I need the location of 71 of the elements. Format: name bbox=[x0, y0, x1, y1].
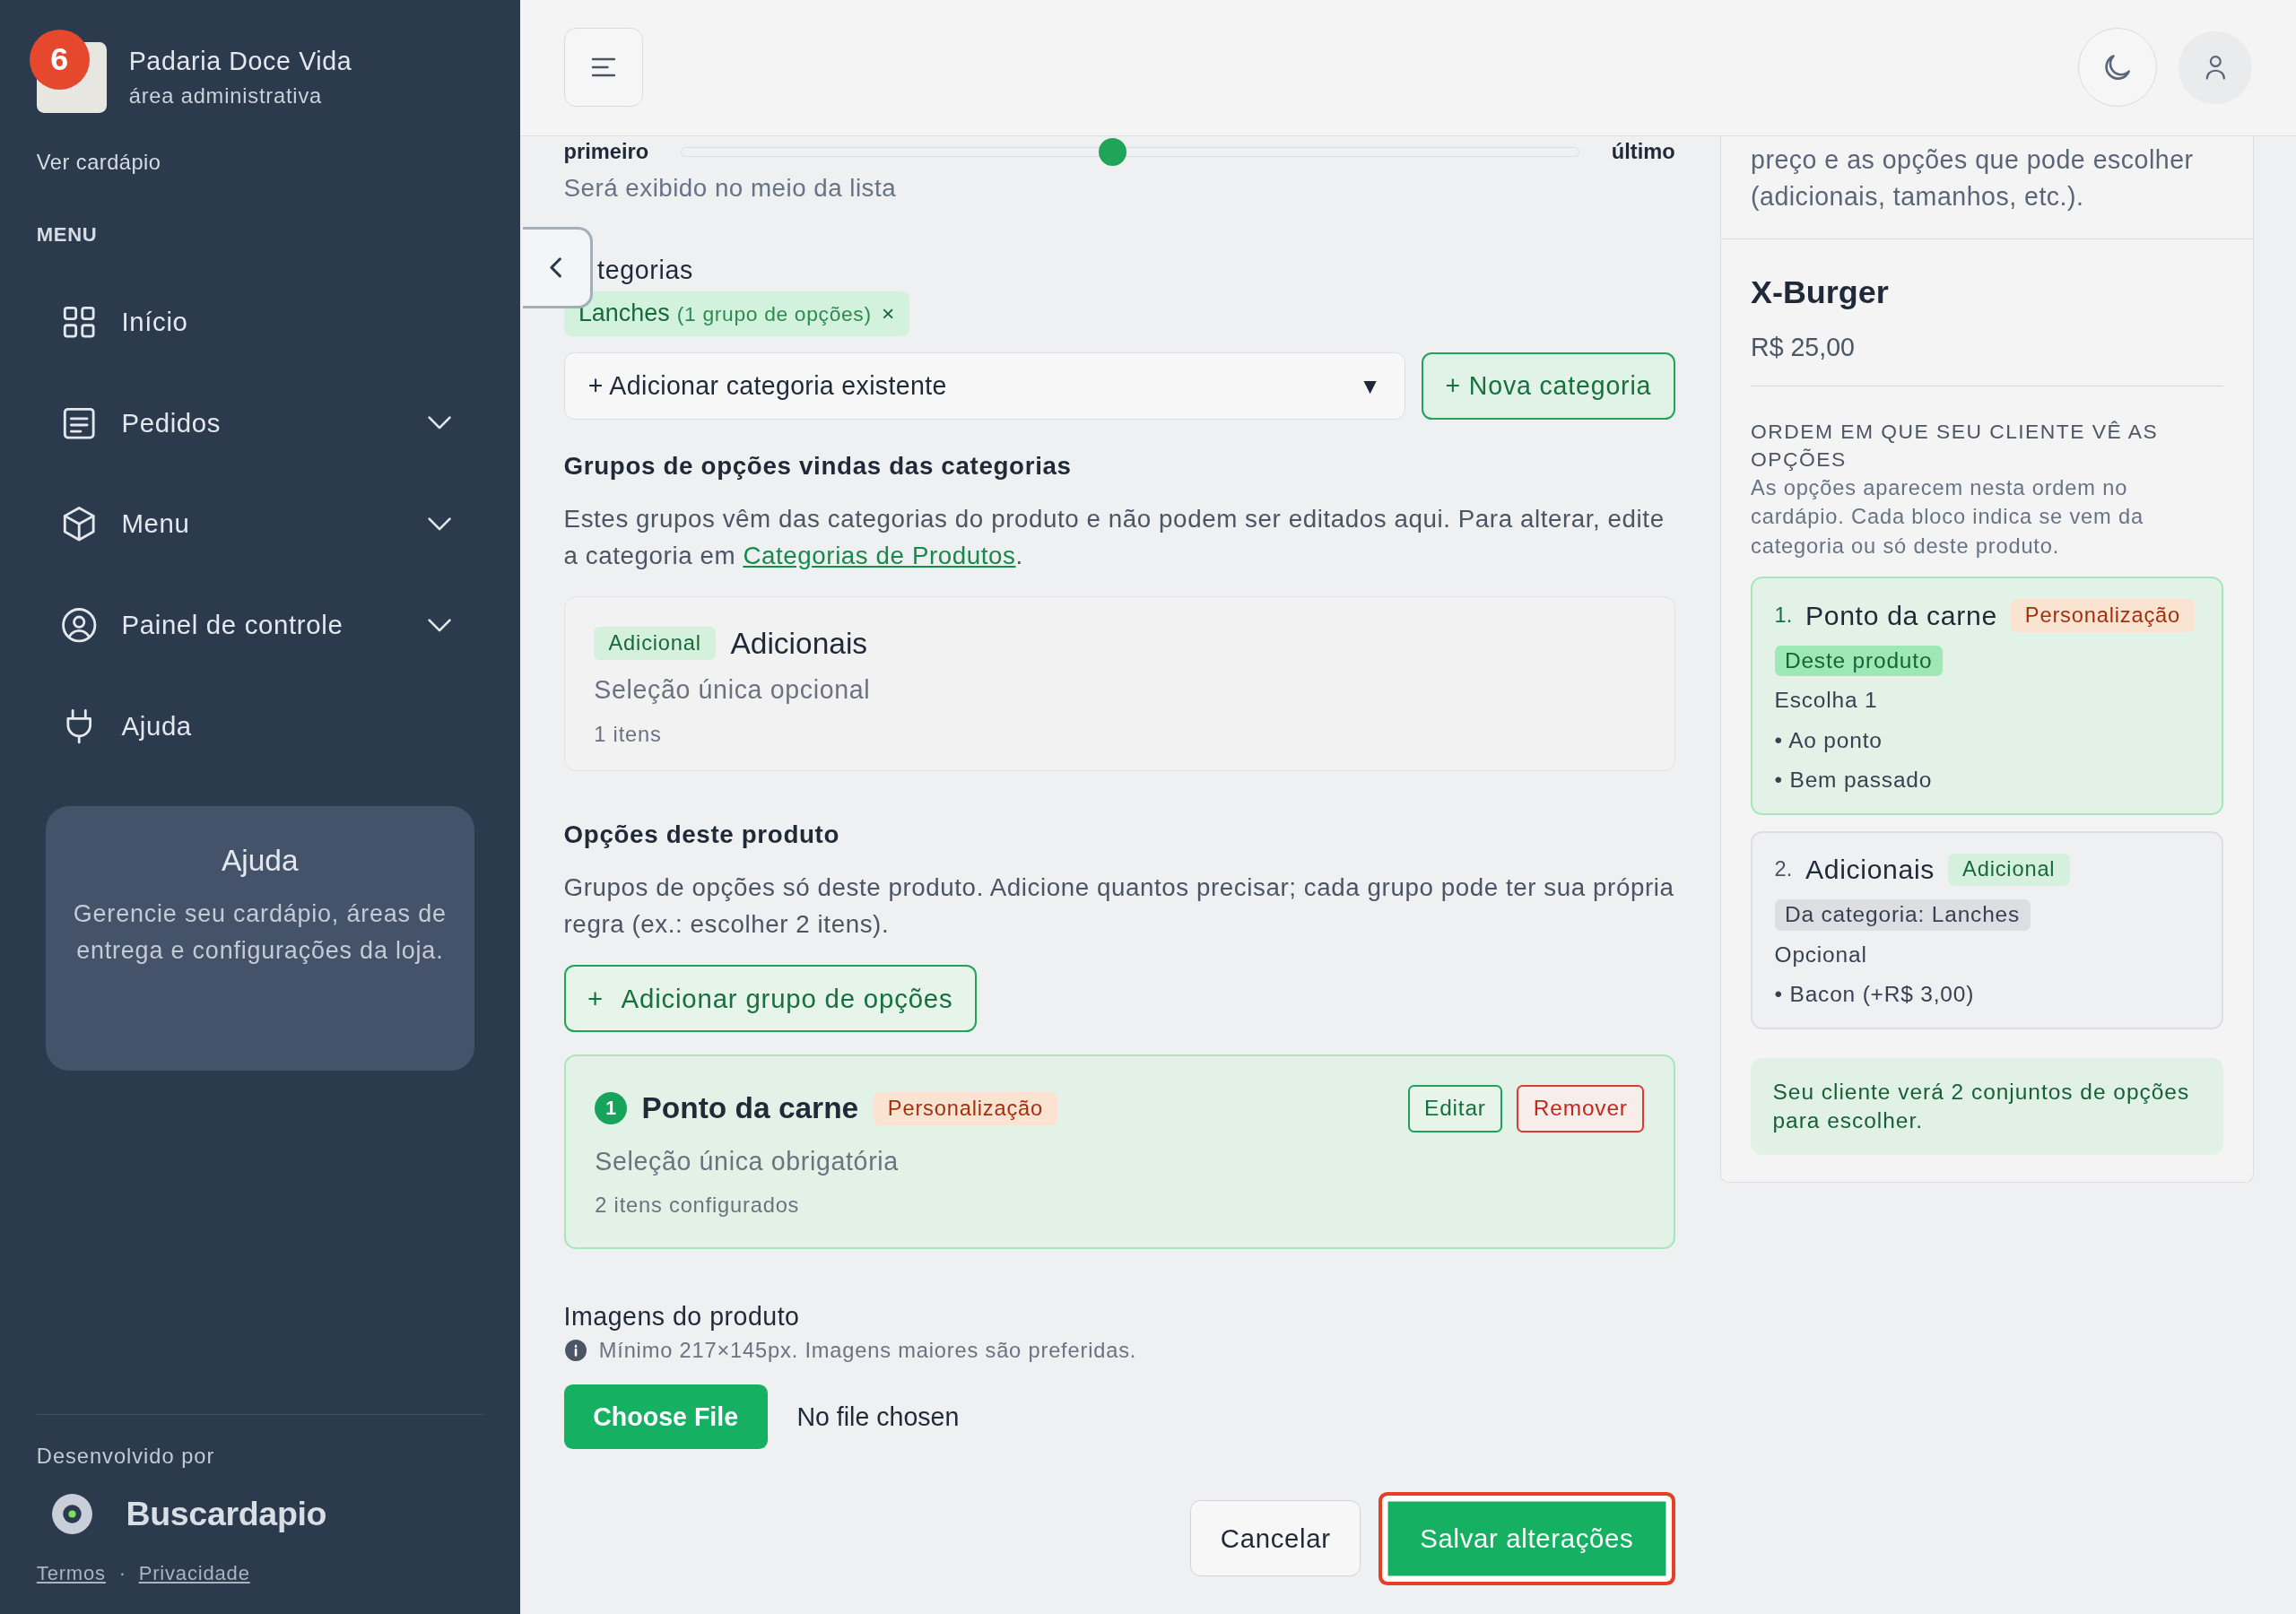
slider-label: primeiro bbox=[563, 140, 649, 165]
cancel-button[interactable]: Cancelar bbox=[1190, 1500, 1361, 1577]
group-number: 1 bbox=[595, 1092, 628, 1125]
menu-link[interactable]: Ver cardápio bbox=[36, 151, 161, 176]
help-title: Ajuda bbox=[221, 844, 300, 879]
store-name: Padaria Doce Vida bbox=[128, 47, 352, 77]
group-name: Ponto da carne bbox=[1805, 600, 1997, 631]
option-item: • Ao ponto bbox=[1774, 727, 1883, 753]
field-hint: Mínimo 217×145px. Imagens maiores são preferidas. bbox=[598, 1339, 1137, 1363]
source-tag: Da categoria: Lanches bbox=[1774, 899, 2031, 931]
slider-thumb[interactable] bbox=[1099, 138, 1127, 167]
help-text: Gerencie seu cardápio, áreas de entrega e configurações da loja. bbox=[72, 898, 448, 966]
group-tag: Personalização bbox=[873, 1092, 1058, 1125]
group-rule: Seleção única obrigatória bbox=[595, 1146, 900, 1176]
group-rule: Opcional bbox=[1774, 941, 1868, 968]
order-title: ORDEM EM QUE SEU CLIENTE VÊ AS OPÇÕES bbox=[1751, 418, 2160, 473]
section-title: MENU bbox=[36, 223, 98, 247]
group-name: Adicionais bbox=[1805, 854, 1935, 885]
position-slider[interactable] bbox=[681, 138, 1579, 167]
nav-item[interactable]: Ajuda bbox=[36, 675, 483, 777]
edit-button[interactable]: Editar bbox=[1407, 1085, 1503, 1132]
user-circle-icon bbox=[59, 605, 99, 645]
brand-name: Buscardapio bbox=[126, 1494, 327, 1533]
remove-button[interactable]: Remover bbox=[1517, 1085, 1645, 1132]
remove-chip-button[interactable]: × bbox=[878, 301, 895, 327]
product-price: R$ 25,00 bbox=[1751, 333, 2224, 387]
product-name: X-Burger bbox=[1751, 273, 1890, 311]
field-label: tegorias bbox=[596, 256, 694, 285]
option-item: • Bacon (+R$ 3,00) bbox=[1774, 981, 1976, 1007]
menu-button[interactable] bbox=[563, 28, 643, 108]
section-description: Grupos de opções só deste produto. Adicione quantos precisar; cada grupo pode ter sua própria regra (ex.: escolher 2 itens). bbox=[563, 872, 1675, 940]
group-tag: Adicional bbox=[594, 627, 717, 661]
group-name: Adicionais bbox=[730, 626, 868, 661]
source-tag: Deste produto bbox=[1774, 645, 1943, 677]
category-select[interactable]: + Adicionar categoria existente ▼ bbox=[563, 352, 1406, 421]
credit-text: Desenvolvido por bbox=[36, 1444, 216, 1469]
group-rule: Escolha 1 bbox=[1774, 688, 1879, 714]
group-name: Ponto da carne bbox=[641, 1091, 859, 1126]
add-option-group-button[interactable]: + Adicionar grupo de opções bbox=[563, 965, 977, 1033]
section-heading: Opções deste produto bbox=[563, 820, 841, 850]
group-number: 2. bbox=[1774, 857, 1793, 882]
position-hint: Será exibido no meio da lista bbox=[563, 174, 898, 204]
nav-item[interactable]: Pedidos bbox=[36, 372, 483, 474]
nav-item[interactable]: Menu bbox=[36, 473, 483, 575]
group-rule: Seleção única opcional bbox=[594, 674, 872, 705]
footer-link[interactable]: Privacidade bbox=[138, 1562, 250, 1586]
new-category-button[interactable]: + Nova categoria bbox=[1422, 352, 1675, 421]
group-tag: Personalização bbox=[2010, 599, 2196, 633]
notification-badge: 6 bbox=[29, 29, 90, 90]
preview-intro: preço e as opções que pode escolher (adicionais, tamanhos, etc.). bbox=[1721, 135, 2254, 240]
field-label: Imagens do produto bbox=[563, 1301, 801, 1332]
categories-link[interactable]: Categorias de Produtos bbox=[743, 541, 1016, 569]
order-description: As opções aparecem nesta ordem no cardápio. Cada bloco indica se vem da categoria ou só deste produto. bbox=[1751, 474, 2144, 560]
footer-link[interactable]: Termos bbox=[36, 1562, 106, 1586]
separator: · bbox=[118, 1562, 126, 1586]
nav-item[interactable]: Início bbox=[36, 271, 483, 373]
section-description: Estes grupos vêm das categorias do produto e não podem ser editados aqui. Para alterar, edite a categoria em Categorias de Produtos. bbox=[563, 503, 1665, 571]
summary-note: Seu cliente verá 2 conjuntos de opções para escolher. bbox=[1751, 1058, 2224, 1156]
file-status: No file chosen bbox=[796, 1401, 960, 1432]
aperture-logo-icon bbox=[49, 1491, 94, 1536]
category-chip: Lanches (1 grupo de opções) × bbox=[563, 291, 909, 337]
group-number: 1. bbox=[1774, 603, 1793, 629]
option-item: • Bem passado bbox=[1774, 767, 1934, 793]
group-tag: Adicional bbox=[1947, 853, 2070, 887]
section-heading: Grupos de opções vindas das categorias bbox=[563, 452, 1073, 482]
nav-item[interactable]: Painel de controle bbox=[36, 574, 483, 676]
item-count: 2 itens configurados bbox=[595, 1193, 801, 1219]
info-icon bbox=[563, 1339, 587, 1363]
item-count: 1 itens bbox=[594, 722, 663, 747]
store-subtitle: área administrativa bbox=[128, 83, 324, 108]
slider-label: último bbox=[1611, 140, 1675, 165]
